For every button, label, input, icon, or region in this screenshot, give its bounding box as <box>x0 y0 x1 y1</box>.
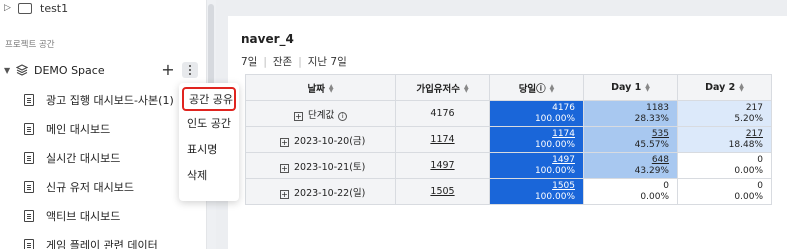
document-icon <box>24 152 34 164</box>
table-row-summary: + 단계값 i 4176 4176 100.00% 1183 28.33% 217 5.2… <box>245 100 772 127</box>
expand-icon: + <box>280 137 289 147</box>
document-icon <box>24 239 34 249</box>
day0-cell[interactable]: 1174 100.00% <box>489 126 584 153</box>
expand-icon: + <box>280 163 289 173</box>
report-filters: 7일 | 잔존 | 지난 7일 <box>241 54 347 69</box>
dashboard-label: 게임 플레이 관련 데이터 <box>46 239 158 249</box>
dashboard-label: 실시간 대시보드 <box>46 152 121 165</box>
document-icon <box>24 94 34 106</box>
caret-down-icon[interactable]: ▼ <box>4 66 16 75</box>
menu-item-2[interactable]: 인도 공간 <box>179 111 239 137</box>
sidebar: ▷ test1 프로젝트 공간 ▼ DEMO Space + 광고 집행 대시보… <box>0 0 206 249</box>
day1-cell: 0 0.00% <box>583 178 678 205</box>
day0-cell[interactable]: 1497 100.00% <box>489 152 584 179</box>
column-header-day1[interactable]: Day 1 ▲ ▼ <box>583 74 678 101</box>
dashboard-item[interactable]: 신규 유저 대시보드 <box>24 176 134 198</box>
column-header-date[interactable]: 날짜 ▲ ▼ <box>245 74 396 101</box>
sort-icon: ▲ ▼ <box>464 83 469 94</box>
period-filter[interactable]: 7일 <box>241 54 257 69</box>
main-area: naver_4 7일 | 잔존 | 지난 7일 날짜 ▲ ▼ 가입유저수 ▲ ▼ 당일ⓘ… <box>216 0 787 249</box>
share-space-menu-item[interactable]: 공간 공유 <box>182 87 236 111</box>
space-item-demo[interactable]: ▼ DEMO Space + <box>4 59 204 81</box>
document-icon <box>24 210 34 222</box>
document-icon <box>24 123 34 135</box>
folder-label: test1 <box>40 1 69 15</box>
sort-icon: ▲ ▼ <box>328 83 334 94</box>
table-header-row: 날짜 ▲ ▼ 가입유저수 ▲ ▼ 당일ⓘ ▲ ▼ Day 1 ▲ ▼ Day 2 ▲ ▼ <box>245 74 772 101</box>
sort-icon: ▲ ▼ <box>739 81 744 93</box>
report-title: naver_4 <box>241 32 294 46</box>
sort-icon: ▲ ▼ <box>645 81 650 93</box>
summary-label-cell[interactable]: + 단계값 i <box>245 100 396 127</box>
retention-table: 날짜 ▲ ▼ 가입유저수 ▲ ▼ 당일ⓘ ▲ ▼ Day 1 ▲ ▼ Day 2 ▲ ▼ + 단계값 i… <box>245 74 772 205</box>
day2-cell: 0 0.00% <box>677 178 772 205</box>
dashboard-label: 광고 집행 대시보드-사본(1) <box>46 94 174 107</box>
dashboard-label: 액티브 대시보드 <box>46 210 121 223</box>
folder-item-test1[interactable]: ▷ test1 <box>4 0 68 19</box>
dashboard-item[interactable]: 메인 대시보드 <box>24 118 110 140</box>
more-options-button[interactable] <box>182 62 198 78</box>
day0-cell[interactable]: 1505 100.00% <box>489 178 584 205</box>
dashboard-item[interactable]: 액티브 대시보드 <box>24 205 120 227</box>
dashboard-item[interactable]: 광고 집행 대시보드-사본(1) <box>24 89 174 111</box>
dashboard-label: 메인 대시보드 <box>46 123 111 136</box>
delete-menu-item[interactable]: 삭제 <box>179 163 239 189</box>
day2-cell: 217 5.20% <box>677 100 772 127</box>
day2-cell: 0 0.00% <box>677 152 772 179</box>
sort-icon: ▲ ▼ <box>549 83 555 94</box>
column-header-day0[interactable]: 당일ⓘ ▲ ▼ <box>489 74 584 101</box>
column-header-day2[interactable]: Day 2 ▲ ▼ <box>677 74 772 101</box>
day1-cell[interactable]: 648 43.29% <box>583 152 678 179</box>
expand-icon: + <box>294 111 303 121</box>
dashboard-item[interactable]: 게임 플레이 관련 데이터 <box>24 234 158 249</box>
layers-icon <box>16 64 28 76</box>
date-cell[interactable]: +2023-10-21(토) <box>245 152 396 179</box>
rename-menu-item[interactable]: 표시명 <box>179 137 239 163</box>
table-row: +2023-10-21(토) 1497 1497 100.00% 648 43.29… <box>245 152 772 179</box>
day1-cell[interactable]: 535 45.57% <box>583 126 678 153</box>
users-cell: 4176 <box>395 100 490 127</box>
date-cell[interactable]: +2023-10-20(금) <box>245 126 396 153</box>
table-row: +2023-10-20(금) 1174 1174 100.00% 535 45.57… <box>245 126 772 153</box>
day1-cell: 1183 28.33% <box>583 100 678 127</box>
folder-icon <box>18 2 32 14</box>
metric-filter[interactable]: 잔존 <box>273 54 292 69</box>
date-cell[interactable]: +2023-10-22(일) <box>245 178 396 205</box>
column-header-users[interactable]: 가입유저수 ▲ ▼ <box>395 74 490 101</box>
dashboard-label: 신규 유저 대시보드 <box>46 181 134 194</box>
range-filter[interactable]: 지난 7일 <box>308 54 347 69</box>
info-icon: i <box>338 111 348 121</box>
day0-cell: 4176 100.00% <box>489 100 584 127</box>
table-row: +2023-10-22(일) 1505 1505 100.00% 0 0.00% 0… <box>245 178 772 205</box>
section-title: 프로젝트 공간 <box>5 40 55 50</box>
report-card: naver_4 7일 | 잔존 | 지난 7일 날짜 ▲ ▼ 가입유저수 ▲ ▼ 당일ⓘ… <box>228 16 787 249</box>
dashboard-item[interactable]: 실시간 대시보드 <box>24 147 120 169</box>
users-cell[interactable]: 1497 <box>395 152 490 179</box>
space-context-menu: 공간 공유 인도 공간 표시명 삭제 <box>179 83 239 201</box>
users-cell[interactable]: 1505 <box>395 178 490 205</box>
add-dashboard-button[interactable]: + <box>160 59 176 81</box>
space-label: DEMO Space <box>34 63 105 77</box>
day2-cell[interactable]: 217 18.48% <box>677 126 772 153</box>
expand-icon: + <box>280 189 289 199</box>
chevron-right-icon[interactable]: ▷ <box>4 3 14 13</box>
document-icon <box>24 181 34 193</box>
users-cell[interactable]: 1174 <box>395 126 490 153</box>
